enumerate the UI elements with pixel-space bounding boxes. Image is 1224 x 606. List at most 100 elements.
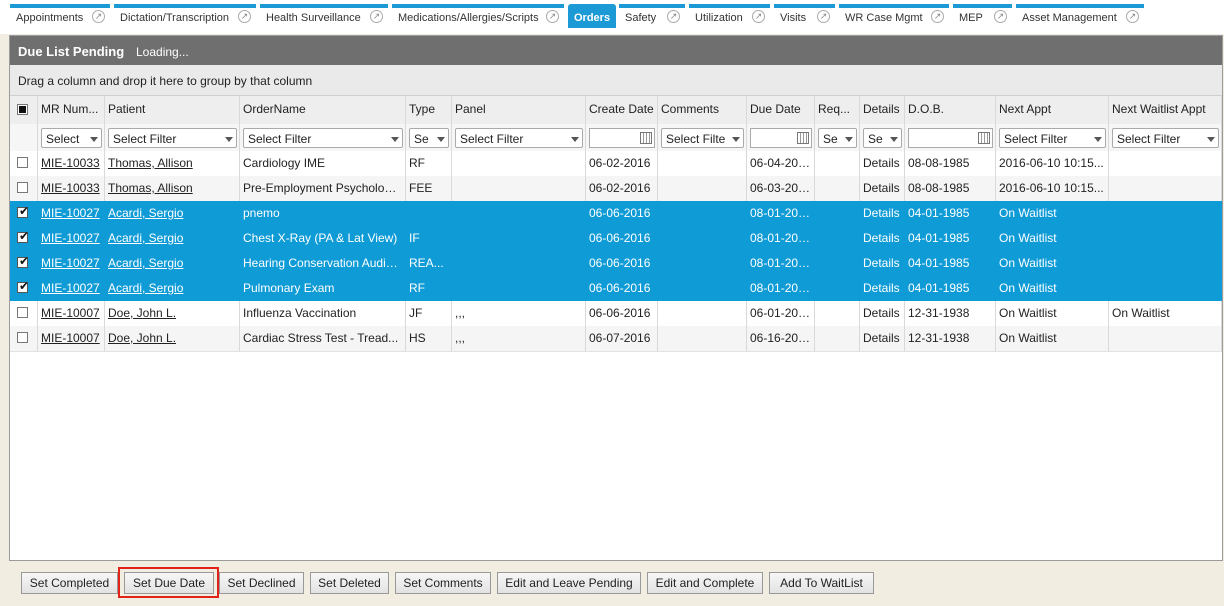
set-declined-button[interactable]: Set Declined (219, 572, 304, 594)
tab-wr-case-mgmt[interactable]: WR Case Mgmt ↗ (839, 4, 949, 28)
date-filter-dob[interactable] (908, 128, 993, 148)
cell-mr-number[interactable]: MIE-10033 (38, 176, 105, 201)
popout-icon[interactable]: ↗ (994, 10, 1007, 23)
table-row[interactable]: ✔ MIE-10027 Acardi, Sergio Pulmonary Exam RF… (10, 276, 1222, 302)
column-header-order-name[interactable]: OrderName (240, 96, 406, 124)
tab-dictation-transcription[interactable]: Dictation/Transcription ↗ (114, 4, 256, 28)
calendar-icon[interactable] (640, 132, 652, 144)
table-row[interactable]: MIE-10033 Thomas, Allison Pre-Employment P… (10, 176, 1222, 202)
column-header-panel[interactable]: Panel (452, 96, 586, 124)
popout-icon[interactable]: ↗ (370, 10, 383, 23)
table-row[interactable]: ✔ MIE-10027 Acardi, Sergio pnemo 06-06-2016 0… (10, 201, 1222, 227)
cell-details[interactable]: Details (860, 276, 905, 301)
cell-mr-number[interactable]: MIE-10007 (38, 326, 105, 351)
column-header-next-appt[interactable]: Next Appt (996, 96, 1109, 124)
column-header-next-waitlist-appt[interactable]: Next Waitlist Appt (1109, 96, 1222, 124)
cell-mr-number[interactable]: MIE-10027 (38, 251, 105, 276)
set-due-date-button[interactable]: Set Due Date (124, 572, 214, 594)
add-to-waitlist-button[interactable]: Add To WaitList (769, 572, 874, 594)
cell-patient[interactable]: Thomas, Allison (105, 151, 240, 176)
popout-icon[interactable]: ↗ (92, 10, 105, 23)
column-header-patient[interactable]: Patient (105, 96, 240, 124)
edit-and-leave-pending-button[interactable]: Edit and Leave Pending (497, 572, 641, 594)
filter-select-details[interactable]: Se (863, 128, 902, 148)
column-header-create-date[interactable]: Create Date (586, 96, 658, 124)
row-checkbox[interactable]: ✔ (17, 279, 29, 293)
calendar-icon[interactable] (978, 132, 990, 144)
set-comments-button[interactable]: Set Comments (395, 572, 491, 594)
tab-medications-allergies-scripts[interactable]: Medications/Allergies/Scripts ↗ (392, 4, 564, 28)
set-completed-button[interactable]: Set Completed (21, 572, 118, 594)
date-filter-due-date[interactable] (750, 128, 812, 148)
cell-details[interactable]: Details (860, 151, 905, 176)
tab-safety[interactable]: Safety ↗ (619, 4, 685, 28)
set-deleted-button[interactable]: Set Deleted (310, 572, 389, 594)
cell-details[interactable]: Details (860, 301, 905, 326)
date-filter-create-date[interactable] (589, 128, 655, 148)
row-checkbox[interactable]: ✔ (17, 229, 29, 243)
popout-icon[interactable]: ↗ (817, 10, 830, 23)
tab-asset-management[interactable]: Asset Management ↗ (1016, 4, 1144, 28)
cell-details[interactable]: Details (860, 326, 905, 351)
row-checkbox[interactable] (17, 307, 28, 318)
filter-select-panel[interactable]: Select Filter (455, 128, 583, 148)
row-checkbox[interactable] (17, 182, 28, 193)
tab-health-surveillance[interactable]: Health Surveillance ↗ (260, 4, 388, 28)
popout-icon[interactable]: ↗ (667, 10, 680, 23)
table-row[interactable]: MIE-10007 Doe, John L. Influenza Vaccinati… (10, 301, 1222, 327)
cell-details[interactable]: Details (860, 251, 905, 276)
popout-icon[interactable]: ↗ (546, 10, 559, 23)
cell-details[interactable]: Details (860, 176, 905, 201)
tab-mep[interactable]: MEP ↗ (953, 4, 1012, 28)
filter-select-required[interactable]: Se (818, 128, 857, 148)
cell-mr-number[interactable]: MIE-10007 (38, 301, 105, 326)
cell-patient[interactable]: Acardi, Sergio (105, 201, 240, 226)
popout-icon[interactable]: ↗ (1126, 10, 1139, 23)
tab-utilization[interactable]: Utilization ↗ (689, 4, 770, 28)
row-checkbox[interactable]: ✔ (17, 204, 29, 218)
row-checkbox[interactable] (17, 332, 28, 343)
column-header-required[interactable]: Req... (815, 96, 860, 124)
cell-details[interactable]: Details (860, 226, 905, 251)
cell-patient[interactable]: Acardi, Sergio (105, 226, 240, 251)
cell-patient[interactable]: Acardi, Sergio (105, 276, 240, 301)
group-by-drop-zone[interactable]: Drag a column and drop it here to group … (10, 65, 1222, 96)
table-row[interactable]: MIE-10033 Thomas, Allison Cardiology IME RF… (10, 151, 1222, 177)
column-header-comments[interactable]: Comments (658, 96, 747, 124)
tab-appointments[interactable]: Appointments ↗ (10, 4, 110, 28)
popout-icon[interactable]: ↗ (752, 10, 765, 23)
cell-patient[interactable]: Acardi, Sergio (105, 251, 240, 276)
cell-patient[interactable]: Doe, John L. (105, 301, 240, 326)
cell-mr-number[interactable]: MIE-10027 (38, 276, 105, 301)
popout-icon[interactable]: ↗ (238, 10, 251, 23)
cell-mr-number[interactable]: MIE-10027 (38, 201, 105, 226)
calendar-icon[interactable] (797, 132, 809, 144)
table-row[interactable]: ✔ MIE-10027 Acardi, Sergio Hearing Conserva… (10, 251, 1222, 277)
filter-select-next-appt[interactable]: Select Filter (999, 128, 1106, 148)
filter-select-patient[interactable]: Select Filter (108, 128, 237, 148)
edit-and-complete-button[interactable]: Edit and Complete (647, 572, 763, 594)
cell-mr-number[interactable]: MIE-10027 (38, 226, 105, 251)
table-row[interactable]: ✔ MIE-10027 Acardi, Sergio Chest X-Ray (PA … (10, 226, 1222, 252)
row-checkbox[interactable]: ✔ (17, 254, 29, 268)
select-all-checkbox[interactable] (17, 104, 28, 115)
filter-select-order-name[interactable]: Select Filter (243, 128, 403, 148)
row-checkbox[interactable] (17, 157, 28, 168)
column-header-details[interactable]: Details (860, 96, 905, 124)
cell-patient[interactable]: Doe, John L. (105, 326, 240, 351)
column-header-dob[interactable]: D.O.B. (905, 96, 996, 124)
column-header-mr-number[interactable]: MR Num... (38, 96, 105, 124)
filter-select-mr-number[interactable]: Select (41, 128, 102, 148)
column-header-type[interactable]: Type (406, 96, 452, 124)
column-header-due-date[interactable]: Due Date (747, 96, 815, 124)
cell-mr-number[interactable]: MIE-10033 (38, 151, 105, 176)
cell-details[interactable]: Details (860, 201, 905, 226)
tab-visits[interactable]: Visits ↗ (774, 4, 835, 28)
tab-orders[interactable]: Orders (568, 4, 616, 28)
table-row[interactable]: MIE-10007 Doe, John L. Cardiac Stress Test… (10, 326, 1222, 352)
filter-select-type[interactable]: Se (409, 128, 449, 148)
filter-select-comments[interactable]: Select Filte (661, 128, 744, 148)
filter-select-next-waitlist-appt[interactable]: Select Filter (1112, 128, 1219, 148)
cell-patient[interactable]: Thomas, Allison (105, 176, 240, 201)
popout-icon[interactable]: ↗ (931, 10, 944, 23)
